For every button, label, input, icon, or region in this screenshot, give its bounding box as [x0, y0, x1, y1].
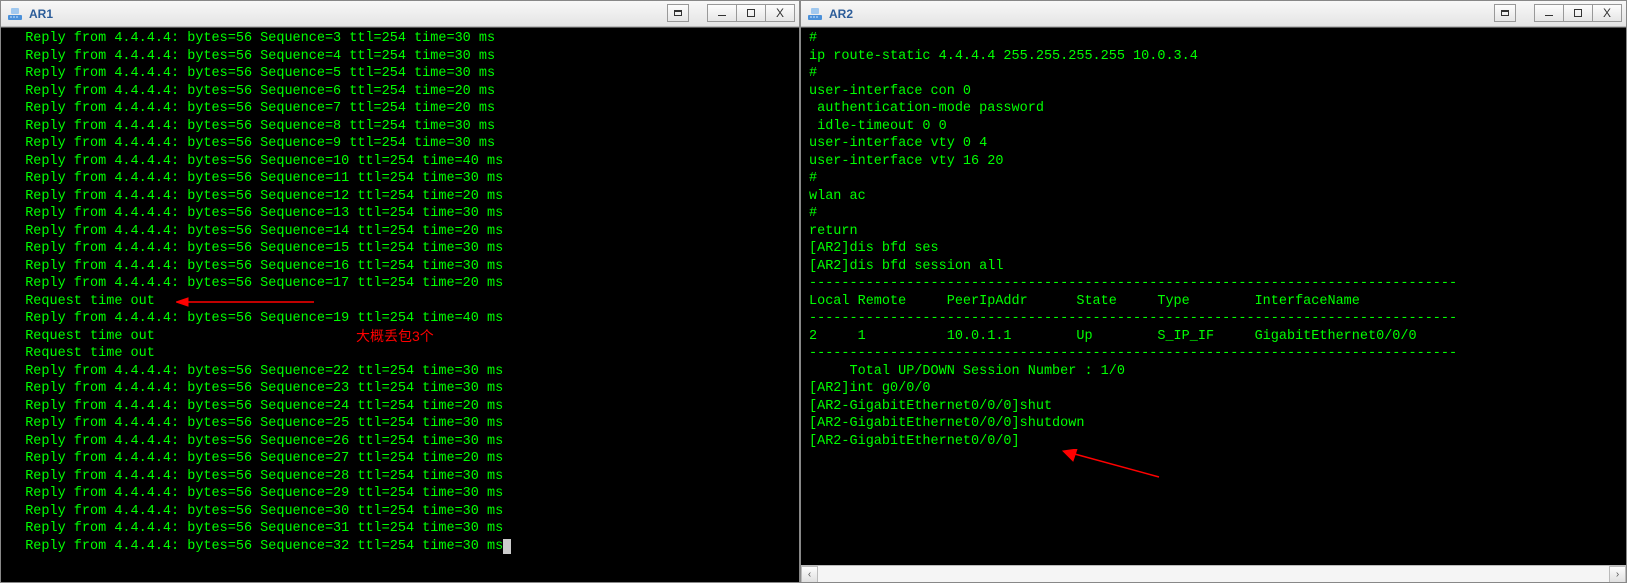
window-ar1: AR1 X Reply from 4.4.4.4: bytes=56 Seque…	[0, 0, 800, 583]
terminal-line: user-interface con 0	[809, 83, 1626, 101]
terminal-line: Reply from 4.4.4.4: bytes=56 Sequence=19…	[9, 310, 799, 328]
horizontal-scrollbar[interactable]: ‹ ›	[801, 565, 1626, 582]
terminal-line: [AR2-GigabitEthernet0/0/0]	[809, 433, 1626, 451]
terminal-line: Reply from 4.4.4.4: bytes=56 Sequence=30…	[9, 503, 799, 521]
terminal-line: ----------------------------------------…	[809, 345, 1626, 363]
terminal-line: Reply from 4.4.4.4: bytes=56 Sequence=9 …	[9, 135, 799, 153]
terminal-line: #	[809, 30, 1626, 48]
scroll-right-button[interactable]: ›	[1609, 566, 1626, 583]
terminal-line: user-interface vty 16 20	[809, 153, 1626, 171]
maximize-button[interactable]	[1563, 4, 1593, 22]
terminal-line: user-interface vty 0 4	[809, 135, 1626, 153]
terminal-line: Reply from 4.4.4.4: bytes=56 Sequence=31…	[9, 520, 799, 538]
app-icon	[807, 6, 823, 22]
scrollbar-track[interactable]	[818, 566, 1609, 583]
terminal-line: Reply from 4.4.4.4: bytes=56 Sequence=25…	[9, 415, 799, 433]
terminal-line: #	[809, 65, 1626, 83]
terminal-line: Reply from 4.4.4.4: bytes=56 Sequence=16…	[9, 258, 799, 276]
terminal-line: Reply from 4.4.4.4: bytes=56 Sequence=13…	[9, 205, 799, 223]
close-button[interactable]: X	[1592, 4, 1622, 22]
scroll-left-button[interactable]: ‹	[801, 566, 818, 583]
terminal-line: Request time out	[9, 328, 799, 346]
dock-button[interactable]	[667, 4, 689, 22]
terminal-line: Reply from 4.4.4.4: bytes=56 Sequence=15…	[9, 240, 799, 258]
terminal-line: Reply from 4.4.4.4: bytes=56 Sequence=3 …	[9, 30, 799, 48]
terminal-line: #	[809, 205, 1626, 223]
terminal-line: Reply from 4.4.4.4: bytes=56 Sequence=5 …	[9, 65, 799, 83]
terminal-line: authentication-mode password	[809, 100, 1626, 118]
terminal-line: ip route-static 4.4.4.4 255.255.255.255 …	[809, 48, 1626, 66]
terminal-line: ----------------------------------------…	[809, 310, 1626, 328]
titlebar-ar1[interactable]: AR1 X	[1, 1, 799, 27]
terminal-line: [AR2-GigabitEthernet0/0/0]shut	[809, 398, 1626, 416]
window-controls: X	[1535, 4, 1622, 24]
terminal-line: Local Remote PeerIpAddr State Type Inter…	[809, 293, 1626, 311]
window-controls: X	[708, 4, 795, 24]
terminal-line: #	[809, 170, 1626, 188]
terminal-line: wlan ac	[809, 188, 1626, 206]
cursor	[503, 539, 511, 554]
terminal-line: [AR2]int g0/0/0	[809, 380, 1626, 398]
dock-button[interactable]	[1494, 4, 1516, 22]
terminal-line: Reply from 4.4.4.4: bytes=56 Sequence=12…	[9, 188, 799, 206]
terminal-line: Reply from 4.4.4.4: bytes=56 Sequence=23…	[9, 380, 799, 398]
annotation-arrow-icon	[1061, 449, 1161, 479]
terminal-line: Reply from 4.4.4.4: bytes=56 Sequence=10…	[9, 153, 799, 171]
terminal-line: Reply from 4.4.4.4: bytes=56 Sequence=26…	[9, 433, 799, 451]
terminal-line: Reply from 4.4.4.4: bytes=56 Sequence=6 …	[9, 83, 799, 101]
terminal-ar2[interactable]: #ip route-static 4.4.4.4 255.255.255.255…	[801, 27, 1626, 582]
terminal-line: Reply from 4.4.4.4: bytes=56 Sequence=4 …	[9, 48, 799, 66]
window-ar2: AR2 X #ip route-static 4.4.4.4 255.255.2…	[800, 0, 1627, 583]
terminal-line: Reply from 4.4.4.4: bytes=56 Sequence=8 …	[9, 118, 799, 136]
terminal-line: Reply from 4.4.4.4: bytes=56 Sequence=14…	[9, 223, 799, 241]
terminal-line: Request time out	[9, 345, 799, 363]
terminal-line: Reply from 4.4.4.4: bytes=56 Sequence=27…	[9, 450, 799, 468]
minimize-button[interactable]	[707, 4, 737, 22]
terminal-line: Reply from 4.4.4.4: bytes=56 Sequence=7 …	[9, 100, 799, 118]
minimize-button[interactable]	[1534, 4, 1564, 22]
terminal-line: Total UP/DOWN Session Number : 1/0	[809, 363, 1626, 381]
terminal-ar1[interactable]: Reply from 4.4.4.4: bytes=56 Sequence=3 …	[1, 27, 799, 582]
titlebar-ar2[interactable]: AR2 X	[801, 1, 1626, 27]
terminal-line: Reply from 4.4.4.4: bytes=56 Sequence=32…	[9, 538, 799, 556]
terminal-line: Reply from 4.4.4.4: bytes=56 Sequence=28…	[9, 468, 799, 486]
app-icon	[7, 6, 23, 22]
terminal-line: [AR2-GigabitEthernet0/0/0]shutdown	[809, 415, 1626, 433]
terminal-line: Reply from 4.4.4.4: bytes=56 Sequence=22…	[9, 363, 799, 381]
terminal-line: Request time out	[9, 293, 799, 311]
window-title: AR1	[29, 7, 708, 21]
terminal-line: ----------------------------------------…	[809, 275, 1626, 293]
terminal-line: Reply from 4.4.4.4: bytes=56 Sequence=24…	[9, 398, 799, 416]
terminal-line: return	[809, 223, 1626, 241]
terminal-line: idle-timeout 0 0	[809, 118, 1626, 136]
terminal-line: Reply from 4.4.4.4: bytes=56 Sequence=17…	[9, 275, 799, 293]
window-title: AR2	[829, 7, 1535, 21]
terminal-line: Reply from 4.4.4.4: bytes=56 Sequence=11…	[9, 170, 799, 188]
terminal-line: 2 1 10.0.1.1 Up S_IP_IF GigabitEthernet0…	[809, 328, 1626, 346]
terminal-line: Reply from 4.4.4.4: bytes=56 Sequence=29…	[9, 485, 799, 503]
maximize-button[interactable]	[736, 4, 766, 22]
close-button[interactable]: X	[765, 4, 795, 22]
terminal-line: [AR2]dis bfd session all	[809, 258, 1626, 276]
terminal-line: [AR2]dis bfd ses	[809, 240, 1626, 258]
